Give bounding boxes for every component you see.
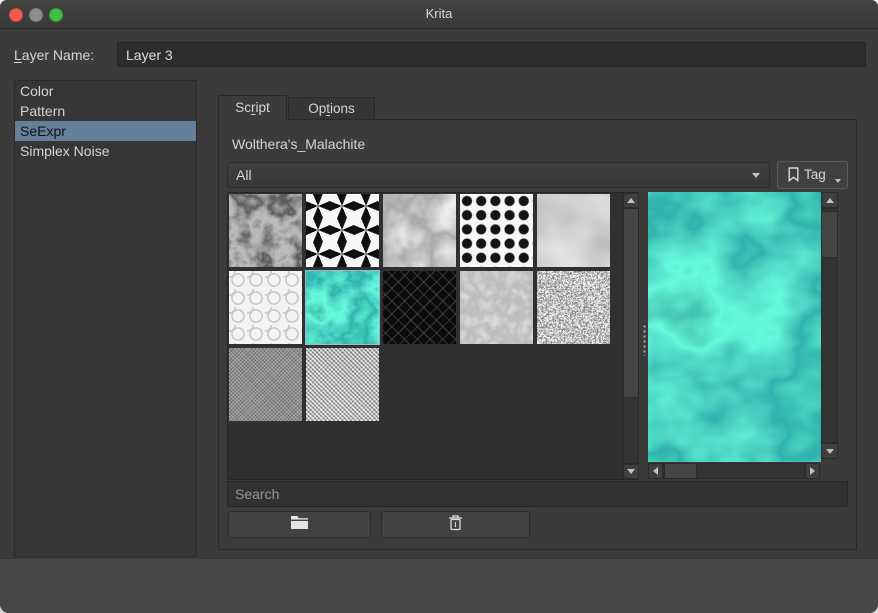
chevron-down-icon bbox=[752, 173, 760, 178]
arrow-down-icon bbox=[627, 469, 635, 474]
arrow-up-icon bbox=[826, 198, 834, 203]
tag-filter-combobox[interactable]: All bbox=[227, 162, 770, 188]
scrollbar-thumb[interactable] bbox=[623, 208, 639, 398]
fill-source-list: Color Pattern SeExpr Simplex Noise bbox=[14, 80, 197, 557]
tag-button[interactable]: Tag bbox=[777, 161, 848, 189]
arrow-left-icon bbox=[653, 467, 658, 475]
tag-filter-value: All bbox=[236, 163, 252, 187]
pattern-thumbnail[interactable] bbox=[229, 194, 302, 267]
pattern-thumbnail[interactable] bbox=[460, 194, 533, 267]
scroll-right-button[interactable] bbox=[805, 463, 820, 479]
pattern-thumbnail[interactable] bbox=[383, 194, 456, 267]
delete-resource-button[interactable] bbox=[381, 511, 530, 538]
bookmark-icon bbox=[788, 167, 799, 187]
list-item-color[interactable]: Color bbox=[15, 81, 196, 101]
scroll-down-button[interactable] bbox=[821, 443, 838, 459]
pattern-thumbnail[interactable] bbox=[460, 271, 533, 344]
pattern-thumbnail-selected[interactable] bbox=[306, 271, 379, 344]
scrollbar-thumb[interactable] bbox=[821, 211, 838, 258]
window-title: Krita bbox=[0, 0, 878, 28]
dialog-button-box: Cancel OK bbox=[0, 558, 878, 613]
search-input[interactable] bbox=[227, 481, 848, 507]
tab-script[interactable]: Script bbox=[218, 95, 287, 120]
krita-dialog-window: Krita Layer Name: Color Pattern SeExpr S… bbox=[0, 0, 878, 613]
scrollbar-thumb[interactable] bbox=[664, 463, 697, 479]
pattern-thumbnail[interactable] bbox=[537, 194, 610, 267]
folder-icon bbox=[290, 515, 309, 535]
tag-button-label: Tag bbox=[804, 162, 826, 188]
current-pattern-name: Wolthera's_Malachite bbox=[232, 136, 365, 152]
pattern-thumbnail-grid bbox=[229, 194, 610, 421]
list-item-seexpr[interactable]: SeExpr bbox=[15, 121, 196, 141]
import-resource-button[interactable] bbox=[228, 511, 371, 538]
arrow-up-icon bbox=[627, 198, 635, 203]
splitter-handle[interactable] bbox=[642, 324, 647, 356]
list-item-pattern[interactable]: Pattern bbox=[15, 101, 196, 121]
layer-name-label: Layer Name: bbox=[14, 42, 94, 68]
chevron-down-icon bbox=[835, 179, 841, 183]
pattern-thumbnail[interactable] bbox=[537, 271, 610, 344]
pattern-thumbnail[interactable] bbox=[306, 348, 379, 421]
scroll-left-button[interactable] bbox=[648, 463, 663, 479]
pattern-thumbnail[interactable] bbox=[229, 348, 302, 421]
pattern-thumbnail[interactable] bbox=[306, 194, 379, 267]
layer-name-input[interactable] bbox=[117, 42, 866, 67]
thumbnail-scrollbar-vertical[interactable] bbox=[623, 193, 639, 479]
pattern-thumbnail-view bbox=[227, 192, 639, 480]
scroll-up-button[interactable] bbox=[821, 192, 838, 208]
trash-icon bbox=[448, 514, 463, 536]
pattern-thumbnail[interactable] bbox=[229, 271, 302, 344]
pattern-preview bbox=[648, 192, 821, 462]
preview-scrollbar-horizontal[interactable] bbox=[648, 463, 820, 479]
preview-scrollbar-vertical[interactable] bbox=[821, 192, 838, 459]
scroll-down-button[interactable] bbox=[623, 464, 639, 479]
list-item-simplex-noise[interactable]: Simplex Noise bbox=[15, 141, 196, 161]
pattern-thumbnail[interactable] bbox=[383, 271, 456, 344]
arrow-down-icon bbox=[826, 449, 834, 454]
arrow-right-icon bbox=[810, 467, 815, 475]
scroll-up-button[interactable] bbox=[623, 193, 639, 208]
title-bar[interactable]: Krita bbox=[0, 0, 878, 29]
tab-options[interactable]: Options bbox=[288, 97, 375, 120]
